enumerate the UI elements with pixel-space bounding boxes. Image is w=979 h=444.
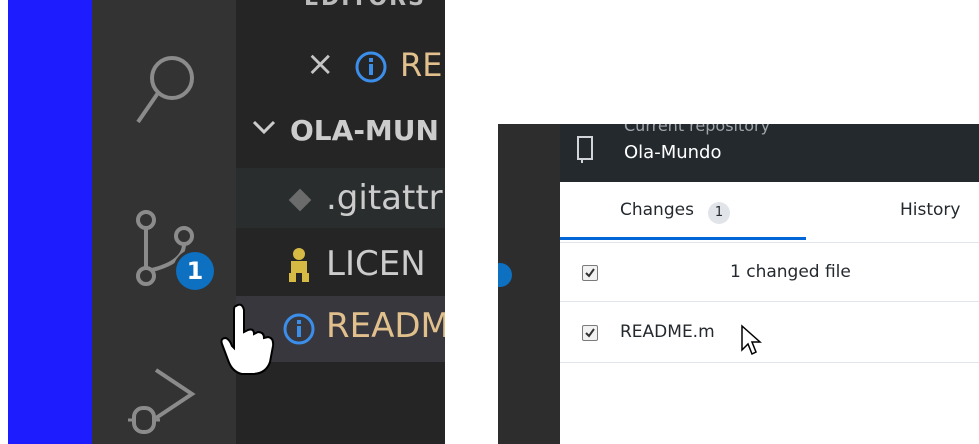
run-debug-icon[interactable] bbox=[128, 364, 198, 444]
tab-history[interactable]: History bbox=[806, 182, 979, 242]
tab-bar: Changes 1 History bbox=[560, 182, 979, 243]
changed-files-count: 1 changed file bbox=[730, 262, 851, 282]
chevron-down-icon bbox=[250, 112, 278, 146]
file-item-gitattributes[interactable]: .gitattr bbox=[236, 168, 445, 228]
file-name: READM bbox=[326, 306, 445, 346]
changed-file-row[interactable]: README.m bbox=[560, 304, 979, 363]
badge-fragment bbox=[498, 263, 512, 287]
repository-name: Ola-Mundo bbox=[624, 142, 722, 163]
select-all-checkbox[interactable] bbox=[582, 265, 598, 281]
license-person-icon bbox=[289, 248, 309, 282]
workspace-title: OLA-MUN bbox=[290, 114, 439, 147]
search-icon[interactable] bbox=[132, 50, 204, 128]
desktop-background-strip bbox=[8, 0, 92, 444]
explorer-sidebar: EDITORS × RE OLA-MUN .gitattr bbox=[236, 0, 445, 444]
tab-label: History bbox=[900, 200, 961, 220]
vscode-panel: 1 EDITORS × RE OLA-MUN .gitattr bbox=[8, 0, 445, 444]
current-repository-label: Current repository bbox=[624, 124, 771, 135]
arrow-cursor-icon bbox=[741, 324, 762, 356]
repository-header[interactable]: Current repository Ola-Mundo bbox=[560, 124, 979, 182]
changes-summary-row: 1 changed file bbox=[560, 245, 979, 302]
vscode-edge-strip bbox=[498, 124, 560, 444]
open-editors-header: EDITORS bbox=[236, 0, 445, 12]
github-desktop-panel: Current repository Ola-Mundo Changes 1 H… bbox=[498, 124, 979, 444]
hand-cursor-icon bbox=[220, 303, 275, 375]
activity-bar bbox=[92, 0, 236, 444]
open-editor-label: RE bbox=[400, 46, 443, 84]
file-name: LICEN bbox=[326, 244, 426, 284]
file-name: .gitattr bbox=[326, 178, 443, 218]
file-item-license[interactable]: LICEN bbox=[236, 234, 445, 294]
repo-icon bbox=[577, 136, 593, 163]
changed-file-name: README.m bbox=[620, 322, 715, 342]
info-icon bbox=[283, 313, 315, 345]
workspace-section-header[interactable]: OLA-MUN bbox=[236, 108, 445, 158]
tab-changes[interactable]: Changes 1 bbox=[560, 182, 806, 240]
close-icon[interactable]: × bbox=[306, 44, 335, 84]
scm-count-badge: 1 bbox=[176, 252, 214, 290]
file-checkbox[interactable] bbox=[582, 325, 598, 341]
changes-count-badge: 1 bbox=[708, 202, 730, 224]
info-icon bbox=[355, 51, 387, 83]
tab-label: Changes bbox=[620, 200, 694, 220]
open-editor-item[interactable]: × RE bbox=[236, 40, 445, 96]
git-diamond-icon bbox=[288, 188, 312, 212]
